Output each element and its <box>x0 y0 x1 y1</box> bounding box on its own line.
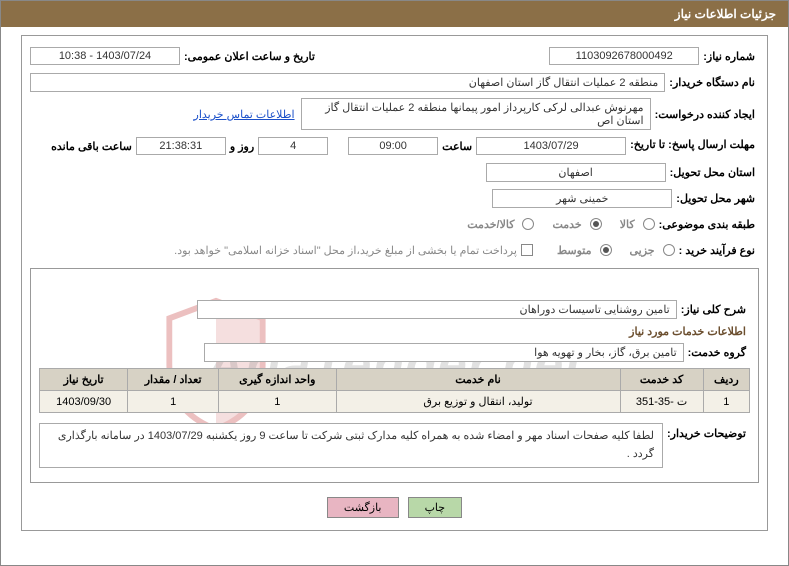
city-value: خمینی شهر <box>492 189 672 208</box>
contact-link[interactable]: اطلاعات تماس خریدار <box>194 108 295 121</box>
announce-label: تاریخ و ساعت اعلان عمومی: <box>180 50 319 63</box>
th-date: تاریخ نیاز <box>40 369 128 391</box>
deadline-label: مهلت ارسال پاسخ: تا تاریخ: <box>626 139 759 152</box>
radio-goods-group: کالا <box>620 218 655 231</box>
radio-goods-label: کالا <box>620 218 635 231</box>
buyer-org-value: منطقه 2 عملیات انتقال گاز استان اصفهان <box>30 73 665 92</box>
radio-minor-label: جزیی <box>630 244 655 257</box>
time-remaining: 21:38:31 <box>136 137 226 155</box>
buyer-note-value: لطفا کلیه صفحات اسناد مهر و امضاء شده به… <box>39 423 663 468</box>
treasury-checkbox[interactable] <box>521 244 533 256</box>
cell-unit: 1 <box>219 391 337 413</box>
group-value: تامین برق، گاز، بخار و تهویه هوا <box>204 343 684 362</box>
days-and-label: روز و <box>226 140 258 153</box>
radio-minor-group: جزیی <box>630 244 675 257</box>
group-label: گروه خدمت: <box>684 346 750 359</box>
cell-name: تولید، انتقال و توزیع برق <box>336 391 620 413</box>
radio-goods[interactable] <box>643 218 655 230</box>
th-unit: واحد اندازه گیری <box>219 369 337 391</box>
radio-goods-service-label: کالا/خدمت <box>467 218 514 231</box>
radio-minor[interactable] <box>663 244 675 256</box>
th-code: کد خدمت <box>620 369 703 391</box>
th-qty: تعداد / مقدار <box>128 369 219 391</box>
requester-value: مهرنوش عبدالی لرکی کارپرداز امور پیمانها… <box>301 98 651 130</box>
overall-value: تامین روشنایی تاسیسات دوراهان <box>197 300 677 319</box>
services-header: اطلاعات خدمات مورد نیاز <box>39 325 746 338</box>
radio-medium[interactable] <box>600 244 612 256</box>
requester-label: ایجاد کننده درخواست: <box>651 108 759 121</box>
radio-medium-label: متوسط <box>557 244 592 257</box>
cell-code: ت -35-351 <box>620 391 703 413</box>
cell-date: 1403/09/30 <box>40 391 128 413</box>
city-label: شهر محل تحویل: <box>672 192 759 205</box>
th-name: نام خدمت <box>336 369 620 391</box>
announce-value: 1403/07/24 - 10:38 <box>30 47 180 65</box>
print-button[interactable]: چاپ <box>408 497 463 518</box>
th-row: ردیف <box>703 369 749 391</box>
remaining-label: ساعت باقی مانده <box>47 140 136 153</box>
deadline-time: 09:00 <box>348 137 438 155</box>
province-value: اصفهان <box>486 163 666 182</box>
days-remaining: 4 <box>258 137 328 155</box>
radio-service-label: خدمت <box>552 218 581 231</box>
services-table: ردیف کد خدمت نام خدمت واحد اندازه گیری ت… <box>39 368 750 413</box>
cell-qty: 1 <box>128 391 219 413</box>
buyer-note-label: توضیحات خریدار: <box>663 423 750 440</box>
back-button[interactable]: بازگشت <box>327 497 399 518</box>
radio-goods-service-group: کالا/خدمت <box>467 218 534 231</box>
purchase-type-label: نوع فرآیند خرید : <box>675 244 759 257</box>
treasury-note: پرداخت تمام یا بخشی از مبلغ خرید،از محل … <box>174 244 517 257</box>
buyer-org-label: نام دستگاه خریدار: <box>665 76 759 89</box>
time-label: ساعت <box>438 140 476 153</box>
page-title: جزئیات اطلاعات نیاز <box>1 1 788 27</box>
need-no-value: 1103092678000492 <box>549 47 699 65</box>
deadline-date: 1403/07/29 <box>476 137 626 155</box>
overall-label: شرح کلی نیاز: <box>677 303 750 316</box>
radio-medium-group: متوسط <box>557 244 612 257</box>
table-row: 1 ت -35-351 تولید، انتقال و توزیع برق 1 … <box>40 391 750 413</box>
radio-goods-service[interactable] <box>522 218 534 230</box>
radio-service-group: خدمت <box>552 218 601 231</box>
cell-row: 1 <box>703 391 749 413</box>
category-label: طبقه بندی موضوعی: <box>655 218 759 231</box>
radio-service[interactable] <box>590 218 602 230</box>
need-no-label: شماره نیاز: <box>699 50 759 63</box>
province-label: استان محل تحویل: <box>666 166 759 179</box>
